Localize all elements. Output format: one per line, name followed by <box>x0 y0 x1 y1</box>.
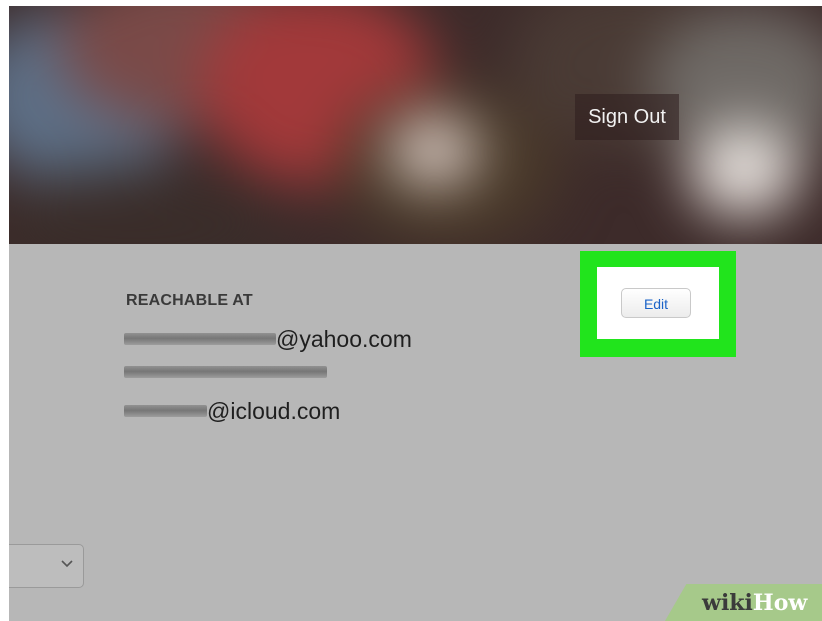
edit-highlight-box: Edit <box>580 251 736 357</box>
banner-blob <box>689 126 799 216</box>
redacted-text <box>124 405 207 417</box>
banner-blob <box>389 116 479 186</box>
redacted-text <box>124 333 276 345</box>
chevron-down-icon <box>61 555 73 571</box>
email-row-yahoo: @yahoo.com <box>124 326 412 352</box>
email-row-icloud: @icloud.com <box>124 398 340 424</box>
edit-button[interactable]: Edit <box>621 288 691 318</box>
wikihow-watermark: wikiHow <box>702 590 807 616</box>
banner-blob <box>9 166 289 244</box>
reachable-at-heading: REACHABLE AT <box>126 292 253 309</box>
dropdown-select[interactable] <box>9 544 84 588</box>
email-row-redacted <box>124 359 327 385</box>
watermark-part1: wiki <box>702 590 753 616</box>
edit-highlight-inner: Edit <box>597 267 719 339</box>
email-icloud: @icloud.com <box>207 397 341 424</box>
profile-banner-image: Sign Out <box>9 6 822 244</box>
sign-out-button[interactable]: Sign Out <box>575 94 679 140</box>
redacted-text <box>124 366 327 378</box>
watermark-part2: How <box>752 590 808 616</box>
account-page: Sign Out REACHABLE AT @yahoo.com @icloud… <box>9 6 822 621</box>
banner-blur-layer <box>9 6 822 244</box>
email-yahoo: @yahoo.com <box>276 325 412 352</box>
